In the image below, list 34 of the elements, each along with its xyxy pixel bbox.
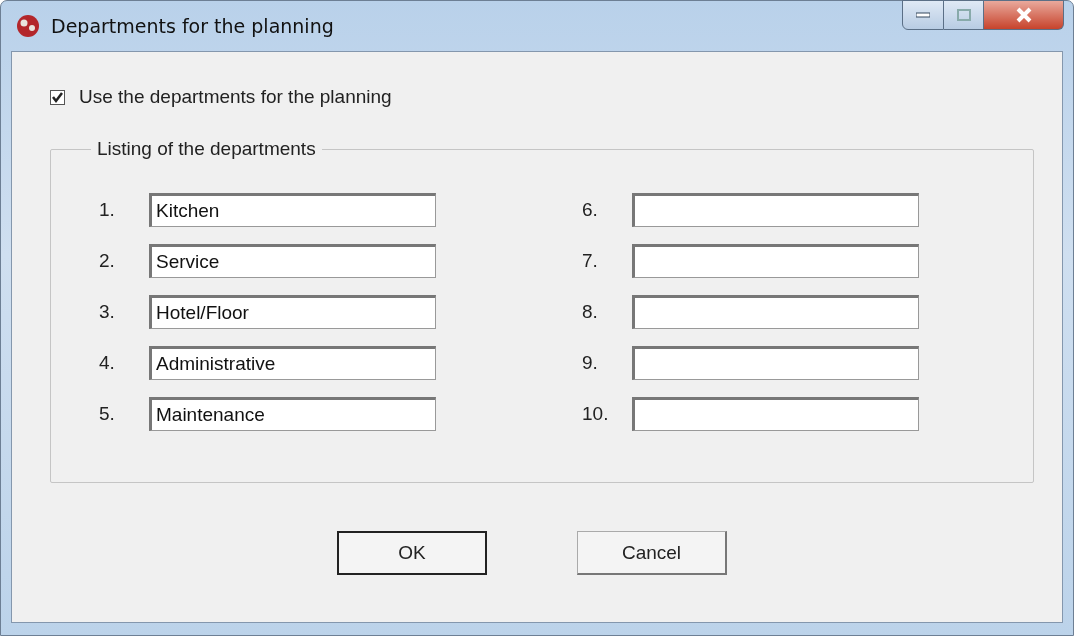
row-number: 3.	[99, 300, 116, 323]
app-icon	[15, 13, 41, 39]
row-number: 8.	[582, 300, 599, 323]
row-number: 6.	[582, 198, 599, 221]
department-field[interactable]: Kitchen	[149, 192, 436, 227]
department-field[interactable]: Administrative	[149, 345, 436, 380]
minimize-button[interactable]	[902, 0, 944, 30]
checkbox-label: Use the departments for the planning	[79, 86, 392, 108]
minimize-icon	[916, 12, 930, 18]
row-number: 5.	[99, 402, 116, 425]
row-number: 2.	[99, 249, 116, 272]
row-number: 10.	[582, 402, 610, 425]
close-button[interactable]	[984, 0, 1064, 30]
department-field[interactable]	[632, 192, 919, 227]
department-field[interactable]	[632, 294, 919, 329]
department-field[interactable]	[632, 243, 919, 278]
row-number: 1.	[99, 198, 116, 221]
dialog-button[interactable]: OK	[337, 531, 487, 575]
dialog-button[interactable]: Cancel	[577, 531, 727, 575]
row-number: 9.	[582, 351, 599, 374]
row-number: 7.	[582, 249, 599, 272]
group-legend: Listing of the departments	[91, 138, 322, 160]
row-number: 4.	[99, 351, 116, 374]
department-field[interactable]: Maintenance	[149, 396, 436, 431]
maximize-button[interactable]	[944, 0, 984, 30]
maximize-icon	[956, 9, 971, 21]
department-field[interactable]	[632, 396, 919, 431]
checkbox[interactable]	[50, 89, 65, 105]
department-field[interactable]	[632, 345, 919, 380]
department-field[interactable]: Hotel/Floor	[149, 294, 436, 329]
check-icon	[51, 90, 64, 104]
close-icon	[1014, 7, 1033, 23]
window-title: Departments for the planning	[51, 15, 334, 37]
department-field[interactable]: Service	[149, 243, 436, 278]
